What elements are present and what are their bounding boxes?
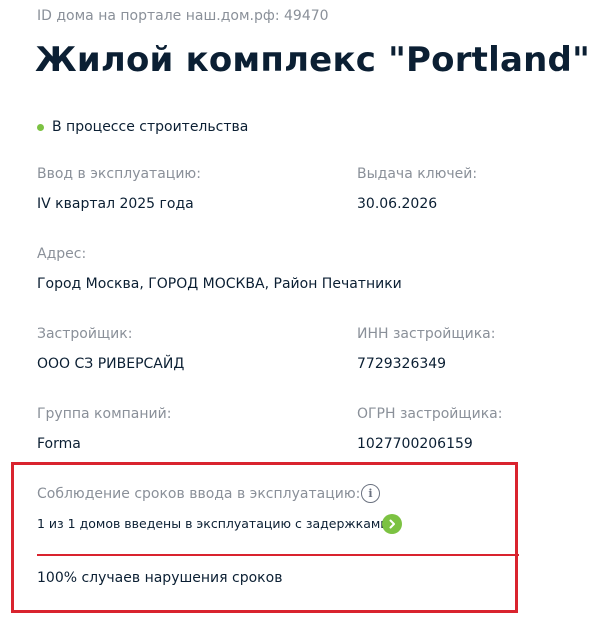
- deadlines-label: Соблюдение сроков ввода в эксплуатацию:: [37, 486, 361, 502]
- keys-label: Выдача ключей:: [357, 166, 478, 182]
- construction-status: В процессе строительства: [37, 119, 248, 135]
- info-icon[interactable]: i: [361, 484, 380, 503]
- deadlines-divider: [37, 554, 519, 556]
- ogrn-value: 1027700206159: [357, 436, 473, 452]
- commissioning-value: IV квартал 2025 года: [37, 196, 194, 212]
- address-value: Город Москва, ГОРОД МОСКВА, Район Печатн…: [37, 276, 402, 292]
- deadlines-highlight-frame: [11, 462, 518, 613]
- chevron-right-icon[interactable]: [382, 514, 402, 534]
- group-value: Forma: [37, 436, 81, 452]
- violations-summary: 100% случаев нарушения сроков: [37, 570, 283, 586]
- status-dot-icon: [37, 123, 44, 131]
- house-id: ID дома на портале наш.дом.рф: 49470: [37, 8, 329, 24]
- inn-value: 7729326349: [357, 356, 447, 372]
- status-label: В процессе строительства: [52, 119, 249, 135]
- inn-label: ИНН застройщика:: [357, 326, 496, 342]
- address-label: Адрес:: [37, 246, 87, 262]
- commissioning-label: Ввод в эксплуатацию:: [37, 166, 201, 182]
- group-label: Группа компаний:: [37, 406, 172, 422]
- delay-summary: 1 из 1 домов введены в эксплуатацию с за…: [37, 516, 389, 531]
- ogrn-label: ОГРН застройщика:: [357, 406, 503, 422]
- developer-value: ООО СЗ РИВЕРСАЙД: [37, 356, 185, 372]
- developer-label: Застройщик:: [37, 326, 133, 342]
- keys-value: 30.06.2026: [357, 196, 438, 212]
- page-title: Жилой комплекс "Portland": [35, 40, 590, 80]
